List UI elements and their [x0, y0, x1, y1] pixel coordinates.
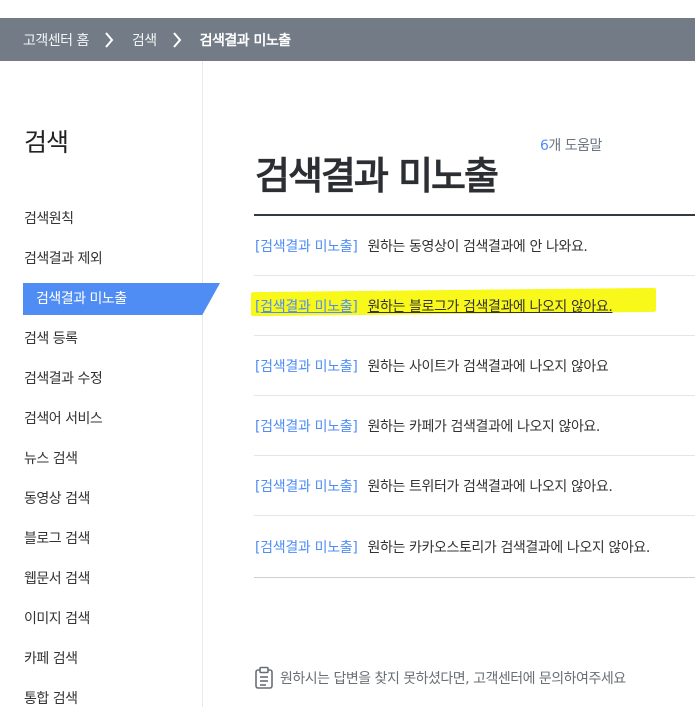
sidebar-item-label: 검색원칙	[24, 211, 74, 227]
chevron-right-icon	[172, 31, 186, 49]
sidebar-item-label: 검색결과 미노출	[36, 291, 127, 307]
result-title: 원하는 사이트가 검색결과에 나오지 않아요	[367, 358, 609, 375]
result-category: [검색결과 미노출]	[255, 418, 358, 435]
result-item-highlighted[interactable]: [검색결과 미노출] 원하는 블로그가 검색결과에 나오지 않아요.	[251, 276, 695, 336]
breadcrumb-home-link[interactable]: 고객센터 홈	[23, 30, 89, 50]
result-item[interactable]: [검색결과 미노출] 원하는 동영상이 검색결과에 안 나와요.	[254, 216, 695, 276]
result-list: [검색결과 미노출] 원하는 동영상이 검색결과에 안 나와요. [검색결과 미…	[251, 216, 695, 578]
sidebar-item-label: 검색 등록	[24, 331, 78, 347]
sidebar-item-label: 카페 검색	[24, 651, 78, 667]
sidebar-item[interactable]: 웹문서 검색	[0, 559, 220, 599]
breadcrumb-search-link[interactable]: 검색	[132, 30, 157, 50]
sidebar-item-label: 블로그 검색	[24, 531, 90, 547]
result-item[interactable]: [검색결과 미노출] 원하는 트위터가 검색결과에 나오지 않아요.	[254, 456, 695, 516]
result-item[interactable]: [검색결과 미노출] 원하는 카카오스토리가 검색결과에 나오지 않아요.	[254, 516, 695, 578]
sidebar-item[interactable]: 뉴스 검색	[0, 439, 220, 479]
sidebar-item[interactable]: 블로그 검색	[0, 519, 220, 559]
result-title: 원하는 카카오스토리가 검색결과에 나오지 않아요.	[367, 539, 651, 556]
breadcrumb: 고객센터 홈 검색 검색결과 미노출	[0, 18, 695, 61]
sidebar-item[interactable]: 통합 검색	[0, 679, 220, 719]
page-title: 검색결과 미노출	[255, 154, 499, 199]
top-strip	[0, 0, 695, 18]
result-title: 원하는 카페가 검색결과에 나오지 않아요.	[367, 418, 601, 435]
result-category: [검색결과 미노출]	[255, 358, 358, 375]
sidebar-item-label: 통합 검색	[24, 691, 78, 707]
result-category: [검색결과 미노출]	[255, 238, 358, 255]
main-content: 검색결과 미노출 6개 도움말 [검색결과 미노출] 원하는 동영상이 검색결과…	[204, 61, 695, 707]
clipboard-icon	[254, 666, 276, 690]
help-count: 6개 도움말	[540, 135, 602, 155]
result-item[interactable]: [검색결과 미노출] 원하는 카페가 검색결과에 나오지 않아요.	[254, 396, 695, 456]
sidebar-item[interactable]: 카페 검색	[0, 639, 220, 679]
sidebar-item-label: 웹문서 검색	[24, 571, 90, 587]
sidebar-item[interactable]: 검색결과 수정	[0, 359, 220, 399]
result-title: 원하는 트위터가 검색결과에 나오지 않아요.	[367, 478, 613, 495]
breadcrumb-current: 검색결과 미노출	[199, 32, 292, 49]
sidebar-title: 검색	[24, 128, 69, 157]
result-title: 원하는 블로그가 검색결과에 나오지 않아요.	[367, 298, 613, 315]
result-category: [검색결과 미노출]	[255, 298, 358, 315]
chevron-right-icon	[104, 31, 118, 49]
sidebar-item[interactable]: 검색어 서비스	[0, 399, 220, 439]
result-title: 원하는 동영상이 검색결과에 안 나와요.	[367, 238, 588, 255]
sidebar-item-active[interactable]: 검색결과 미노출	[0, 279, 220, 319]
sidebar-item-label: 동영상 검색	[24, 491, 90, 507]
sidebar-item[interactable]: 검색 등록	[0, 319, 220, 359]
contact-notice: 원하시는 답변을 찾지 못하셨다면, 고객센터에 문의하여주세요	[254, 666, 626, 690]
result-category: [검색결과 미노출]	[255, 478, 358, 495]
sidebar-menu: 검색원칙 검색결과 제외 검색결과 미노출 검색 등록 검색결과 수정 검색어 …	[0, 199, 220, 719]
sidebar-item-label: 검색결과 제외	[24, 251, 103, 267]
sidebar-item[interactable]: 검색결과 제외	[0, 239, 220, 279]
sidebar-item[interactable]: 이미지 검색	[0, 599, 220, 639]
result-category: [검색결과 미노출]	[255, 539, 358, 556]
sidebar-item-label: 검색어 서비스	[24, 411, 103, 427]
sidebar-item[interactable]: 검색원칙	[0, 199, 220, 239]
sidebar: 검색 검색원칙 검색결과 제외 검색결과 미노출 검색 등록 검색결과 수정 검…	[0, 61, 220, 707]
sidebar-item-label: 뉴스 검색	[24, 451, 78, 467]
sidebar-item-label: 이미지 검색	[24, 611, 90, 627]
sidebar-item[interactable]: 동영상 검색	[0, 479, 220, 519]
result-item[interactable]: [검색결과 미노출] 원하는 사이트가 검색결과에 나오지 않아요	[254, 336, 695, 396]
contact-notice-text: 원하시는 답변을 찾지 못하셨다면, 고객센터에 문의하여주세요	[280, 671, 626, 687]
help-count-label: 개 도움말	[548, 138, 602, 154]
sidebar-item-label: 검색결과 수정	[24, 371, 103, 387]
